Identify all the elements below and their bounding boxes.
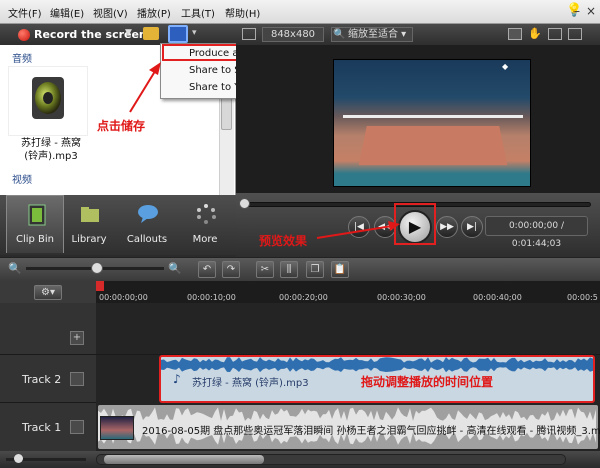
speaker-icon [32, 77, 64, 119]
undo-icon[interactable]: ↶ [198, 261, 216, 278]
video-net-image [343, 115, 523, 118]
paste-icon[interactable]: 📋 [331, 261, 349, 278]
annotation-save: 点击储存 [97, 119, 146, 133]
ruler-tick: 00:00:30;00 [377, 293, 426, 302]
ruler-tick: 00:00:00;00 [99, 293, 148, 302]
split-icon[interactable]: ⫼ [280, 261, 298, 278]
lock-icon[interactable] [70, 372, 84, 386]
crop-icon[interactable] [242, 28, 256, 40]
minimize-icon[interactable]: – [571, 4, 583, 18]
preview-size-icon[interactable] [508, 28, 522, 40]
callout-bubble-icon [138, 205, 158, 223]
clip-name-line1: 苏打绿 - 燕窝 [21, 138, 81, 149]
tab-label: Library [71, 234, 107, 245]
copy-icon[interactable]: ❐ [306, 261, 324, 278]
library-folder-icon [81, 207, 99, 222]
video-court-image [358, 126, 508, 166]
import-folder-icon[interactable] [143, 27, 159, 40]
detach-icon[interactable] [568, 28, 582, 40]
video-logo: ◆ [502, 62, 509, 71]
video-clip-thumbnail [100, 416, 134, 440]
section-video-label: 视频 [12, 175, 32, 186]
search-icon: 🔍 [333, 29, 346, 40]
tab-label: More [192, 234, 218, 245]
menu-tools[interactable]: 工具(T) [181, 5, 215, 20]
music-note-icon: ♪ [173, 372, 181, 386]
section-audio-label: 音频 [12, 54, 32, 65]
menu-play[interactable]: 播放(P) [137, 5, 171, 20]
close-icon[interactable]: × [585, 4, 597, 18]
zoom-out-icon[interactable]: 🔍 [8, 262, 22, 276]
chevron-down-icon[interactable]: ▾ [192, 28, 197, 38]
menu-view[interactable]: 视图(V) [93, 5, 128, 20]
more-dots-icon [197, 204, 216, 224]
ruler-tick: 00:00:40;00 [473, 293, 522, 302]
track-empty-area[interactable] [96, 303, 600, 355]
tab-label: Callouts [126, 234, 168, 245]
lock-icon[interactable] [70, 420, 84, 434]
tab-callouts[interactable]: Callouts [118, 195, 176, 253]
playhead[interactable] [96, 281, 104, 291]
menu-edit[interactable]: 编辑(E) [50, 5, 84, 20]
produce-share-icon[interactable] [168, 25, 188, 43]
hand-icon[interactable]: ✋ [528, 28, 542, 40]
fullscreen-icon[interactable] [548, 28, 562, 40]
menu-file[interactable]: 文件(F) [8, 5, 42, 20]
chevron-down-icon[interactable]: ▼ [125, 28, 132, 38]
gear-icon[interactable]: ⚙▾ [34, 285, 62, 300]
ruler-tick: 00:00:20;00 [279, 293, 328, 302]
annotation-arrow [316, 221, 400, 239]
audio-clip-name: 苏打绿 - 燕窝 (铃声).mp3 [6, 137, 96, 163]
tab-library[interactable]: Library [60, 195, 118, 253]
cut-icon[interactable]: ✂ [256, 261, 274, 278]
annotation-preview: 预览效果 [259, 234, 308, 248]
add-track-icon[interactable]: + [70, 331, 84, 345]
video-clip-label: 2016-08-05期 盘点那些奥运冠军落泪瞬间 孙杨王者之泪霸气回应挑衅 - … [142, 426, 600, 437]
tab-clip-bin[interactable]: Clip Bin [6, 195, 64, 253]
video-frame [333, 59, 531, 187]
time-ruler[interactable] [96, 281, 600, 303]
redo-icon[interactable]: ↷ [222, 261, 240, 278]
annotation-drag: 拖动调整播放的时间位置 [361, 375, 494, 389]
fast-forward-icon[interactable]: ▶▶ [436, 216, 458, 238]
track-1-label: Track 1 [22, 421, 62, 434]
track-2-label: Track 2 [22, 373, 62, 386]
zoom-in-icon[interactable]: 🔍 [168, 262, 182, 276]
track-header-empty [0, 303, 96, 355]
track-2-header: Track 2 [0, 355, 96, 403]
audio-clip-label: 苏打绿 - 燕窝 (铃声).mp3 [192, 378, 309, 389]
zoom-label: 缩放至适合 [348, 29, 398, 40]
track-height-knob[interactable] [14, 454, 23, 463]
track-1-header: Track 1 [0, 403, 96, 451]
record-icon[interactable] [18, 29, 30, 41]
menu-bar [0, 0, 600, 24]
tab-more[interactable]: More [176, 195, 234, 253]
time-display: 0:00:00;00 / 0:01:44;03 [485, 216, 588, 249]
clip-name-line2: (铃声).mp3 [24, 151, 78, 162]
ruler-tick: 00:00:10;00 [187, 293, 236, 302]
annotation-arrow [129, 62, 161, 113]
scrollbar-thumb[interactable] [104, 455, 264, 464]
ruler-tick: 00:00:5 [567, 293, 598, 302]
tab-label: Clip Bin [15, 234, 55, 245]
skip-forward-icon[interactable]: ▶| [461, 216, 483, 238]
film-strip-icon [28, 204, 46, 226]
zoom-slider-knob[interactable] [91, 262, 103, 274]
menu-help[interactable]: 帮助(H) [225, 5, 260, 20]
dimensions-dropdown[interactable]: 848x480 [262, 27, 324, 42]
seek-knob[interactable] [239, 198, 250, 209]
